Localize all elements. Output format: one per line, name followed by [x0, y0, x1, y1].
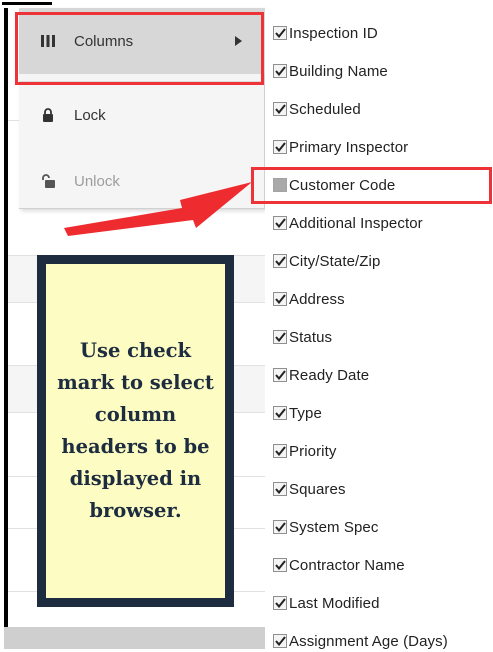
column-option-label: Building Name: [289, 62, 388, 80]
menu-item-lock[interactable]: Lock: [19, 82, 265, 148]
columns-highlight-box: [15, 12, 264, 85]
checkbox[interactable]: [273, 520, 287, 534]
checkbox[interactable]: [273, 292, 287, 306]
checkbox[interactable]: [273, 330, 287, 344]
column-option-contractor-name[interactable]: Contractor Name: [273, 554, 405, 576]
column-option-building-name[interactable]: Building Name: [273, 60, 388, 82]
column-option-priority[interactable]: Priority: [273, 440, 336, 462]
column-option-additional-inspector[interactable]: Additional Inspector: [273, 212, 423, 234]
top-edge-fragment: [0, 0, 493, 8]
column-option-label: Last Modified: [289, 594, 380, 612]
column-option-label: Contractor Name: [289, 556, 405, 574]
cropped-underline: [2, 2, 52, 5]
checkmark-icon: [274, 560, 286, 570]
column-option-label: Inspection ID: [289, 24, 378, 42]
checkmark-icon: [274, 598, 286, 608]
column-chooser-list: Inspection ID Building Name Scheduled Pr…: [265, 8, 493, 650]
checkbox[interactable]: [273, 216, 287, 230]
grid-footer-bar: [4, 627, 265, 649]
checkbox[interactable]: [273, 634, 287, 648]
column-option-label: Assignment Age (Days): [289, 632, 448, 650]
column-option-address[interactable]: Address: [273, 288, 345, 310]
checkmark-icon: [274, 446, 286, 456]
checkmark-icon: [274, 66, 286, 76]
lock-icon: [40, 107, 56, 123]
column-option-city-state-zip[interactable]: City/State/Zip: [273, 250, 380, 272]
menu-item-label: Lock: [74, 106, 106, 124]
checkbox[interactable]: [273, 254, 287, 268]
column-option-label: Type: [289, 404, 322, 422]
customer-code-highlight-box: [251, 167, 492, 204]
column-option-last-modified[interactable]: Last Modified: [273, 592, 380, 614]
instruction-callout: Use check mark to select column headers …: [37, 255, 234, 607]
column-option-label: Squares: [289, 480, 346, 498]
checkmark-icon: [274, 332, 286, 342]
checkmark-icon: [274, 636, 286, 646]
checkmark-icon: [274, 408, 286, 418]
column-option-type[interactable]: Type: [273, 402, 322, 424]
column-option-label: City/State/Zip: [289, 252, 381, 270]
column-option-squares[interactable]: Squares: [273, 478, 346, 500]
column-option-label: Address: [289, 290, 345, 308]
checkbox[interactable]: [273, 444, 287, 458]
checkmark-icon: [274, 522, 286, 532]
column-option-inspection-id[interactable]: Inspection ID: [273, 22, 378, 44]
column-option-primary-inspector[interactable]: Primary Inspector: [273, 136, 408, 158]
checkmark-icon: [274, 28, 286, 38]
column-option-label: System Spec: [289, 518, 379, 536]
checkbox[interactable]: [273, 558, 287, 572]
checkbox[interactable]: [273, 140, 287, 154]
column-option-system-spec[interactable]: System Spec: [273, 516, 378, 538]
column-option-label: Status: [289, 328, 333, 346]
checkmark-icon: [274, 370, 286, 380]
checkbox[interactable]: [273, 482, 287, 496]
checkmark-icon: [274, 294, 286, 304]
checkmark-icon: [274, 142, 286, 152]
column-option-status[interactable]: Status: [273, 326, 332, 348]
checkbox[interactable]: [273, 64, 287, 78]
checkmark-icon: [274, 484, 286, 494]
checkmark-icon: [274, 218, 286, 228]
column-option-scheduled[interactable]: Scheduled: [273, 98, 361, 120]
checkbox[interactable]: [273, 368, 287, 382]
callout-text: Use check mark to select column headers …: [57, 339, 214, 522]
checkbox[interactable]: [273, 406, 287, 420]
red-arrow-icon: [64, 182, 252, 236]
column-option-label: Priority: [289, 442, 337, 460]
checkmark-icon: [274, 104, 286, 114]
column-option-label: Additional Inspector: [289, 214, 423, 232]
column-option-label: Ready Date: [289, 366, 370, 384]
unlock-icon: [40, 173, 56, 189]
checkmark-icon: [274, 256, 286, 266]
column-option-label: Primary Inspector: [289, 138, 409, 156]
checkbox[interactable]: [273, 26, 287, 40]
checkbox[interactable]: [273, 102, 287, 116]
column-option-label: Scheduled: [289, 100, 361, 118]
checkbox[interactable]: [273, 596, 287, 610]
column-option-ready-date[interactable]: Ready Date: [273, 364, 369, 386]
